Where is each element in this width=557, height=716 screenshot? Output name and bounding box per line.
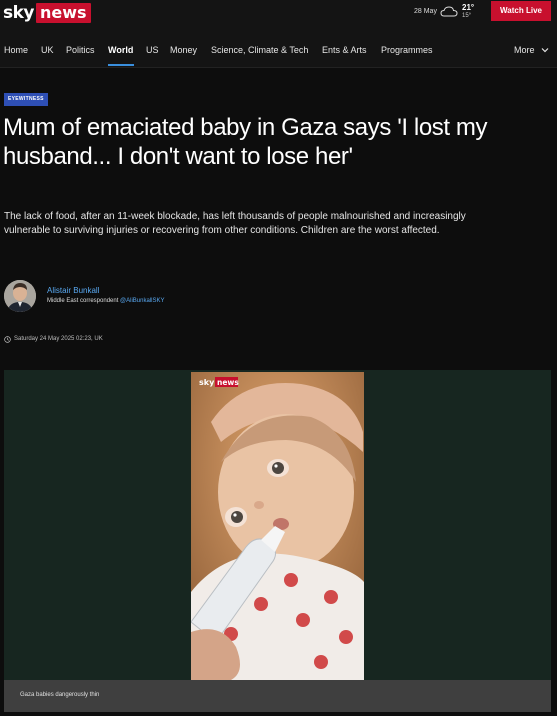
watermark-news: news xyxy=(217,378,239,387)
video-still-image: sky news xyxy=(191,372,364,680)
author-role-text: Middle East correspondent xyxy=(47,298,119,304)
nav-item-programmes[interactable]: Programmes xyxy=(381,45,433,55)
nav-item-us[interactable]: US xyxy=(146,45,159,55)
eyewitness-badge: EYEWITNESS xyxy=(4,93,48,106)
cloud-icon xyxy=(440,6,458,17)
sky-news-logo[interactable]: sky news xyxy=(3,2,91,24)
nav-item-ents-arts[interactable]: Ents & Arts xyxy=(322,45,367,55)
more-menu-button[interactable]: More xyxy=(514,45,535,55)
chevron-down-icon[interactable] xyxy=(541,46,549,54)
nav-item-home[interactable]: Home xyxy=(4,45,28,55)
author-role: Middle East correspondent @AliBunkallSKY xyxy=(47,298,165,304)
logo-news-text: news xyxy=(36,3,91,23)
author-name-link[interactable]: Alistair Bunkall xyxy=(47,286,99,295)
nav-active-indicator xyxy=(108,64,134,66)
article-standfirst: The lack of food, after an 11-week block… xyxy=(4,211,466,236)
video-player[interactable]: sky news xyxy=(191,372,364,680)
temperature-high: 21° xyxy=(462,3,475,12)
nav-item-world[interactable]: World xyxy=(108,45,133,55)
article-timestamp: Saturday 24 May 2025 02:23, UK xyxy=(14,336,103,342)
author-avatar[interactable] xyxy=(4,280,36,312)
watermark-sky: sky xyxy=(199,378,215,387)
clock-icon xyxy=(4,336,11,343)
nav-item-money[interactable]: Money xyxy=(170,45,197,55)
author-twitter-handle[interactable]: @AliBunkallSKY xyxy=(120,298,164,304)
nav-item-uk[interactable]: UK xyxy=(41,45,54,55)
video-caption: Gaza babies dangerously thin xyxy=(20,692,100,698)
nav-item-science[interactable]: Science, Climate & Tech xyxy=(211,45,308,55)
article-headline: Mum of emaciated baby in Gaza says 'I lo… xyxy=(3,114,488,170)
logo-sky-text: sky xyxy=(3,3,35,23)
temperature-low: 15° xyxy=(462,13,472,19)
watch-live-button[interactable]: Watch Live xyxy=(491,1,551,21)
weather-date: 28 May xyxy=(414,8,437,15)
nav-item-politics[interactable]: Politics xyxy=(66,45,95,55)
author-photo xyxy=(4,280,36,312)
